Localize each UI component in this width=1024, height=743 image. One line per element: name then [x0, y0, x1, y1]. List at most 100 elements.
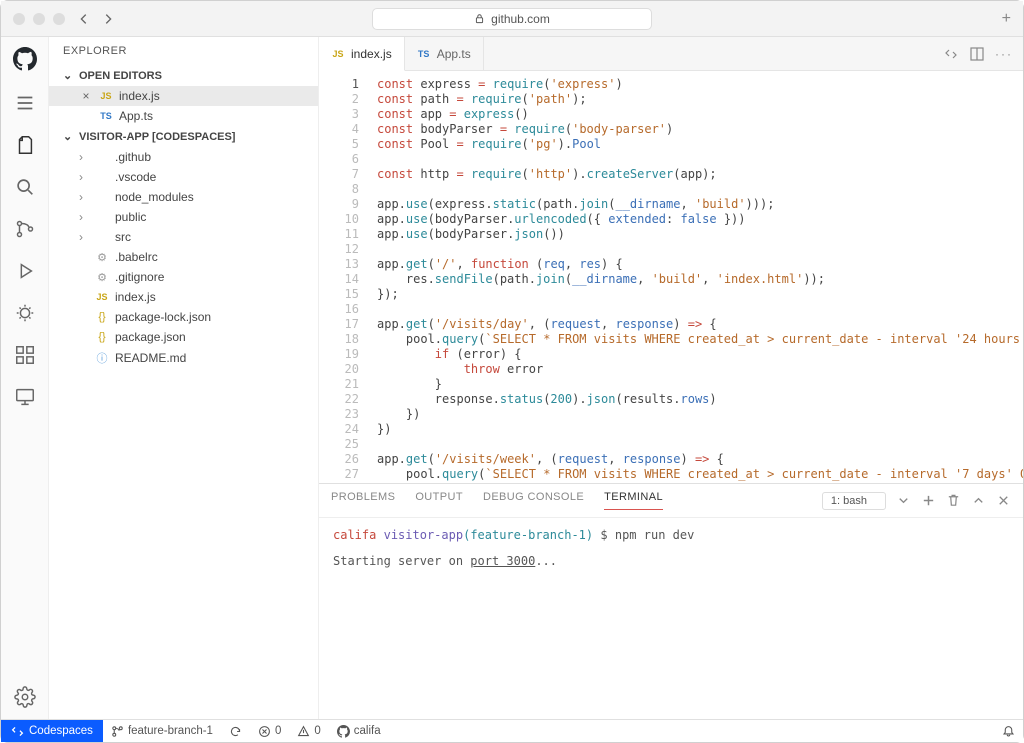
open-editor-item[interactable]: TSApp.ts: [49, 106, 318, 126]
editor-tab[interactable]: JSindex.js: [319, 37, 405, 71]
open-editors-header[interactable]: ⌄OPEN EDITORS: [49, 65, 318, 86]
new-terminal-icon[interactable]: [921, 493, 936, 508]
code-line[interactable]: }): [377, 407, 1023, 422]
maximize-panel-icon[interactable]: [971, 493, 986, 508]
tree-item[interactable]: ⓘREADME.md: [49, 347, 318, 369]
status-sync[interactable]: [221, 725, 250, 738]
code-line[interactable]: [377, 437, 1023, 452]
error-icon: [258, 725, 271, 738]
more-icon[interactable]: ···: [995, 47, 1013, 61]
code-line[interactable]: throw error: [377, 362, 1023, 377]
close-panel-icon[interactable]: [996, 493, 1011, 508]
chevron-down-icon[interactable]: [896, 493, 911, 508]
code-editor[interactable]: 1234567891011121314151617181920212223242…: [319, 71, 1023, 483]
code-line[interactable]: app.get('/visits/day', (request, respons…: [377, 317, 1023, 332]
code-line[interactable]: [377, 242, 1023, 257]
code-line[interactable]: app.use(express.static(path.join(__dirna…: [377, 197, 1023, 212]
code-line[interactable]: [377, 182, 1023, 197]
code-line[interactable]: app.get('/visits/week', (request, respon…: [377, 452, 1023, 467]
maximize-window-icon[interactable]: [53, 13, 65, 25]
panel-tab[interactable]: DEBUG CONSOLE: [483, 491, 584, 510]
panel-tab[interactable]: PROBLEMS: [331, 491, 395, 510]
tree-item[interactable]: › .vscode: [49, 167, 318, 187]
new-tab-button[interactable]: +: [1002, 10, 1011, 28]
code-line[interactable]: const http = require('http').createServe…: [377, 167, 1023, 182]
search-icon[interactable]: [13, 175, 37, 199]
terminal-body[interactable]: califa visitor-app(feature-branch-1) $ n…: [319, 518, 1023, 719]
compare-icon[interactable]: [943, 46, 959, 62]
tree-item[interactable]: {}package.json: [49, 327, 318, 347]
warning-icon: [297, 725, 310, 738]
tree-item-name: index.js: [115, 290, 156, 304]
editor-tab[interactable]: TSApp.ts: [405, 37, 484, 70]
code-line[interactable]: res.sendFile(path.join(__dirname, 'build…: [377, 272, 1023, 287]
run-icon[interactable]: [13, 259, 37, 283]
explorer-icon[interactable]: [13, 133, 37, 157]
code-line[interactable]: app.use(bodyParser.json()): [377, 227, 1023, 242]
tree-item[interactable]: ⚙.babelrc: [49, 247, 318, 267]
code-line[interactable]: response.status(200).json(results.rows): [377, 392, 1023, 407]
code-line[interactable]: app.get('/', function (req, res) {: [377, 257, 1023, 272]
tree-item[interactable]: {}package-lock.json: [49, 307, 318, 327]
tree-item[interactable]: JSindex.js: [49, 287, 318, 307]
code-line[interactable]: pool.query(`SELECT * FROM visits WHERE c…: [377, 332, 1023, 347]
url-bar[interactable]: github.com: [372, 8, 652, 30]
terminal-link[interactable]: port 3000: [470, 554, 535, 568]
tree-item[interactable]: ⚙.gitignore: [49, 267, 318, 287]
open-editor-item[interactable]: ×JSindex.js: [49, 86, 318, 106]
code-line[interactable]: const express = require('express'): [377, 77, 1023, 92]
tree-item[interactable]: ›node_modules: [49, 187, 318, 207]
forward-icon[interactable]: [101, 12, 115, 26]
code-line[interactable]: const path = require('path');: [377, 92, 1023, 107]
tree-item-name: .vscode: [115, 170, 156, 184]
close-window-icon[interactable]: [13, 13, 25, 25]
panel-tab[interactable]: TERMINAL: [604, 491, 663, 510]
extensions-icon[interactable]: [13, 343, 37, 367]
github-logo-icon[interactable]: [11, 45, 39, 73]
code-line[interactable]: const Pool = require('pg').Pool: [377, 137, 1023, 152]
tree-item-name: package.json: [115, 330, 186, 344]
close-icon[interactable]: ×: [79, 89, 93, 103]
url-text: github.com: [491, 12, 550, 26]
status-bar: Codespaces feature-branch-1 0 0 califa: [1, 719, 1023, 742]
menu-icon[interactable]: [13, 91, 37, 115]
tree-item-name: public: [115, 210, 146, 224]
code-line[interactable]: app.use(bodyParser.urlencoded({ extended…: [377, 212, 1023, 227]
status-branch[interactable]: feature-branch-1: [103, 725, 221, 738]
tree-item[interactable]: ›src: [49, 227, 318, 247]
tree-item-name: .gitignore: [115, 270, 164, 284]
editor-tabs: JSindex.jsTSApp.ts ···: [319, 37, 1023, 71]
panel-tab[interactable]: OUTPUT: [415, 491, 463, 510]
code-line[interactable]: }: [377, 377, 1023, 392]
github-icon: [337, 725, 350, 738]
chevron-right-icon: ›: [79, 210, 89, 224]
tree-item[interactable]: › public: [49, 207, 318, 227]
back-icon[interactable]: [77, 12, 91, 26]
code-line[interactable]: [377, 302, 1023, 317]
debug-icon[interactable]: [13, 301, 37, 325]
code-line[interactable]: pool.query(`SELECT * FROM visits WHERE c…: [377, 467, 1023, 482]
status-warnings[interactable]: 0: [289, 725, 328, 738]
code-line[interactable]: [377, 152, 1023, 167]
code-line[interactable]: });: [377, 287, 1023, 302]
remote-icon[interactable]: [13, 385, 37, 409]
info-file-icon: ⓘ: [95, 350, 109, 366]
settings-gear-icon[interactable]: [13, 685, 37, 709]
project-header[interactable]: ⌄VISITOR-APP [CODESPACES]: [49, 126, 318, 147]
code-line[interactable]: const bodyParser = require('body-parser'…: [377, 122, 1023, 137]
status-notifications[interactable]: [994, 725, 1023, 738]
status-errors[interactable]: 0: [250, 725, 289, 738]
split-editor-icon[interactable]: [969, 46, 985, 62]
status-codespaces[interactable]: Codespaces: [1, 720, 103, 742]
panel-tabs: PROBLEMS OUTPUT DEBUG CONSOLE TERMINAL 1: b…: [319, 484, 1023, 518]
code-line[interactable]: if (error) {: [377, 347, 1023, 362]
chevron-right-icon: ›: [79, 170, 89, 184]
status-user[interactable]: califa: [329, 725, 389, 738]
trash-icon[interactable]: [946, 493, 961, 508]
code-line[interactable]: const app = express(): [377, 107, 1023, 122]
minimize-window-icon[interactable]: [33, 13, 45, 25]
code-line[interactable]: }): [377, 422, 1023, 437]
terminal-select[interactable]: 1: bash: [822, 492, 886, 510]
tree-item[interactable]: ›.github: [49, 147, 318, 167]
source-control-icon[interactable]: [13, 217, 37, 241]
